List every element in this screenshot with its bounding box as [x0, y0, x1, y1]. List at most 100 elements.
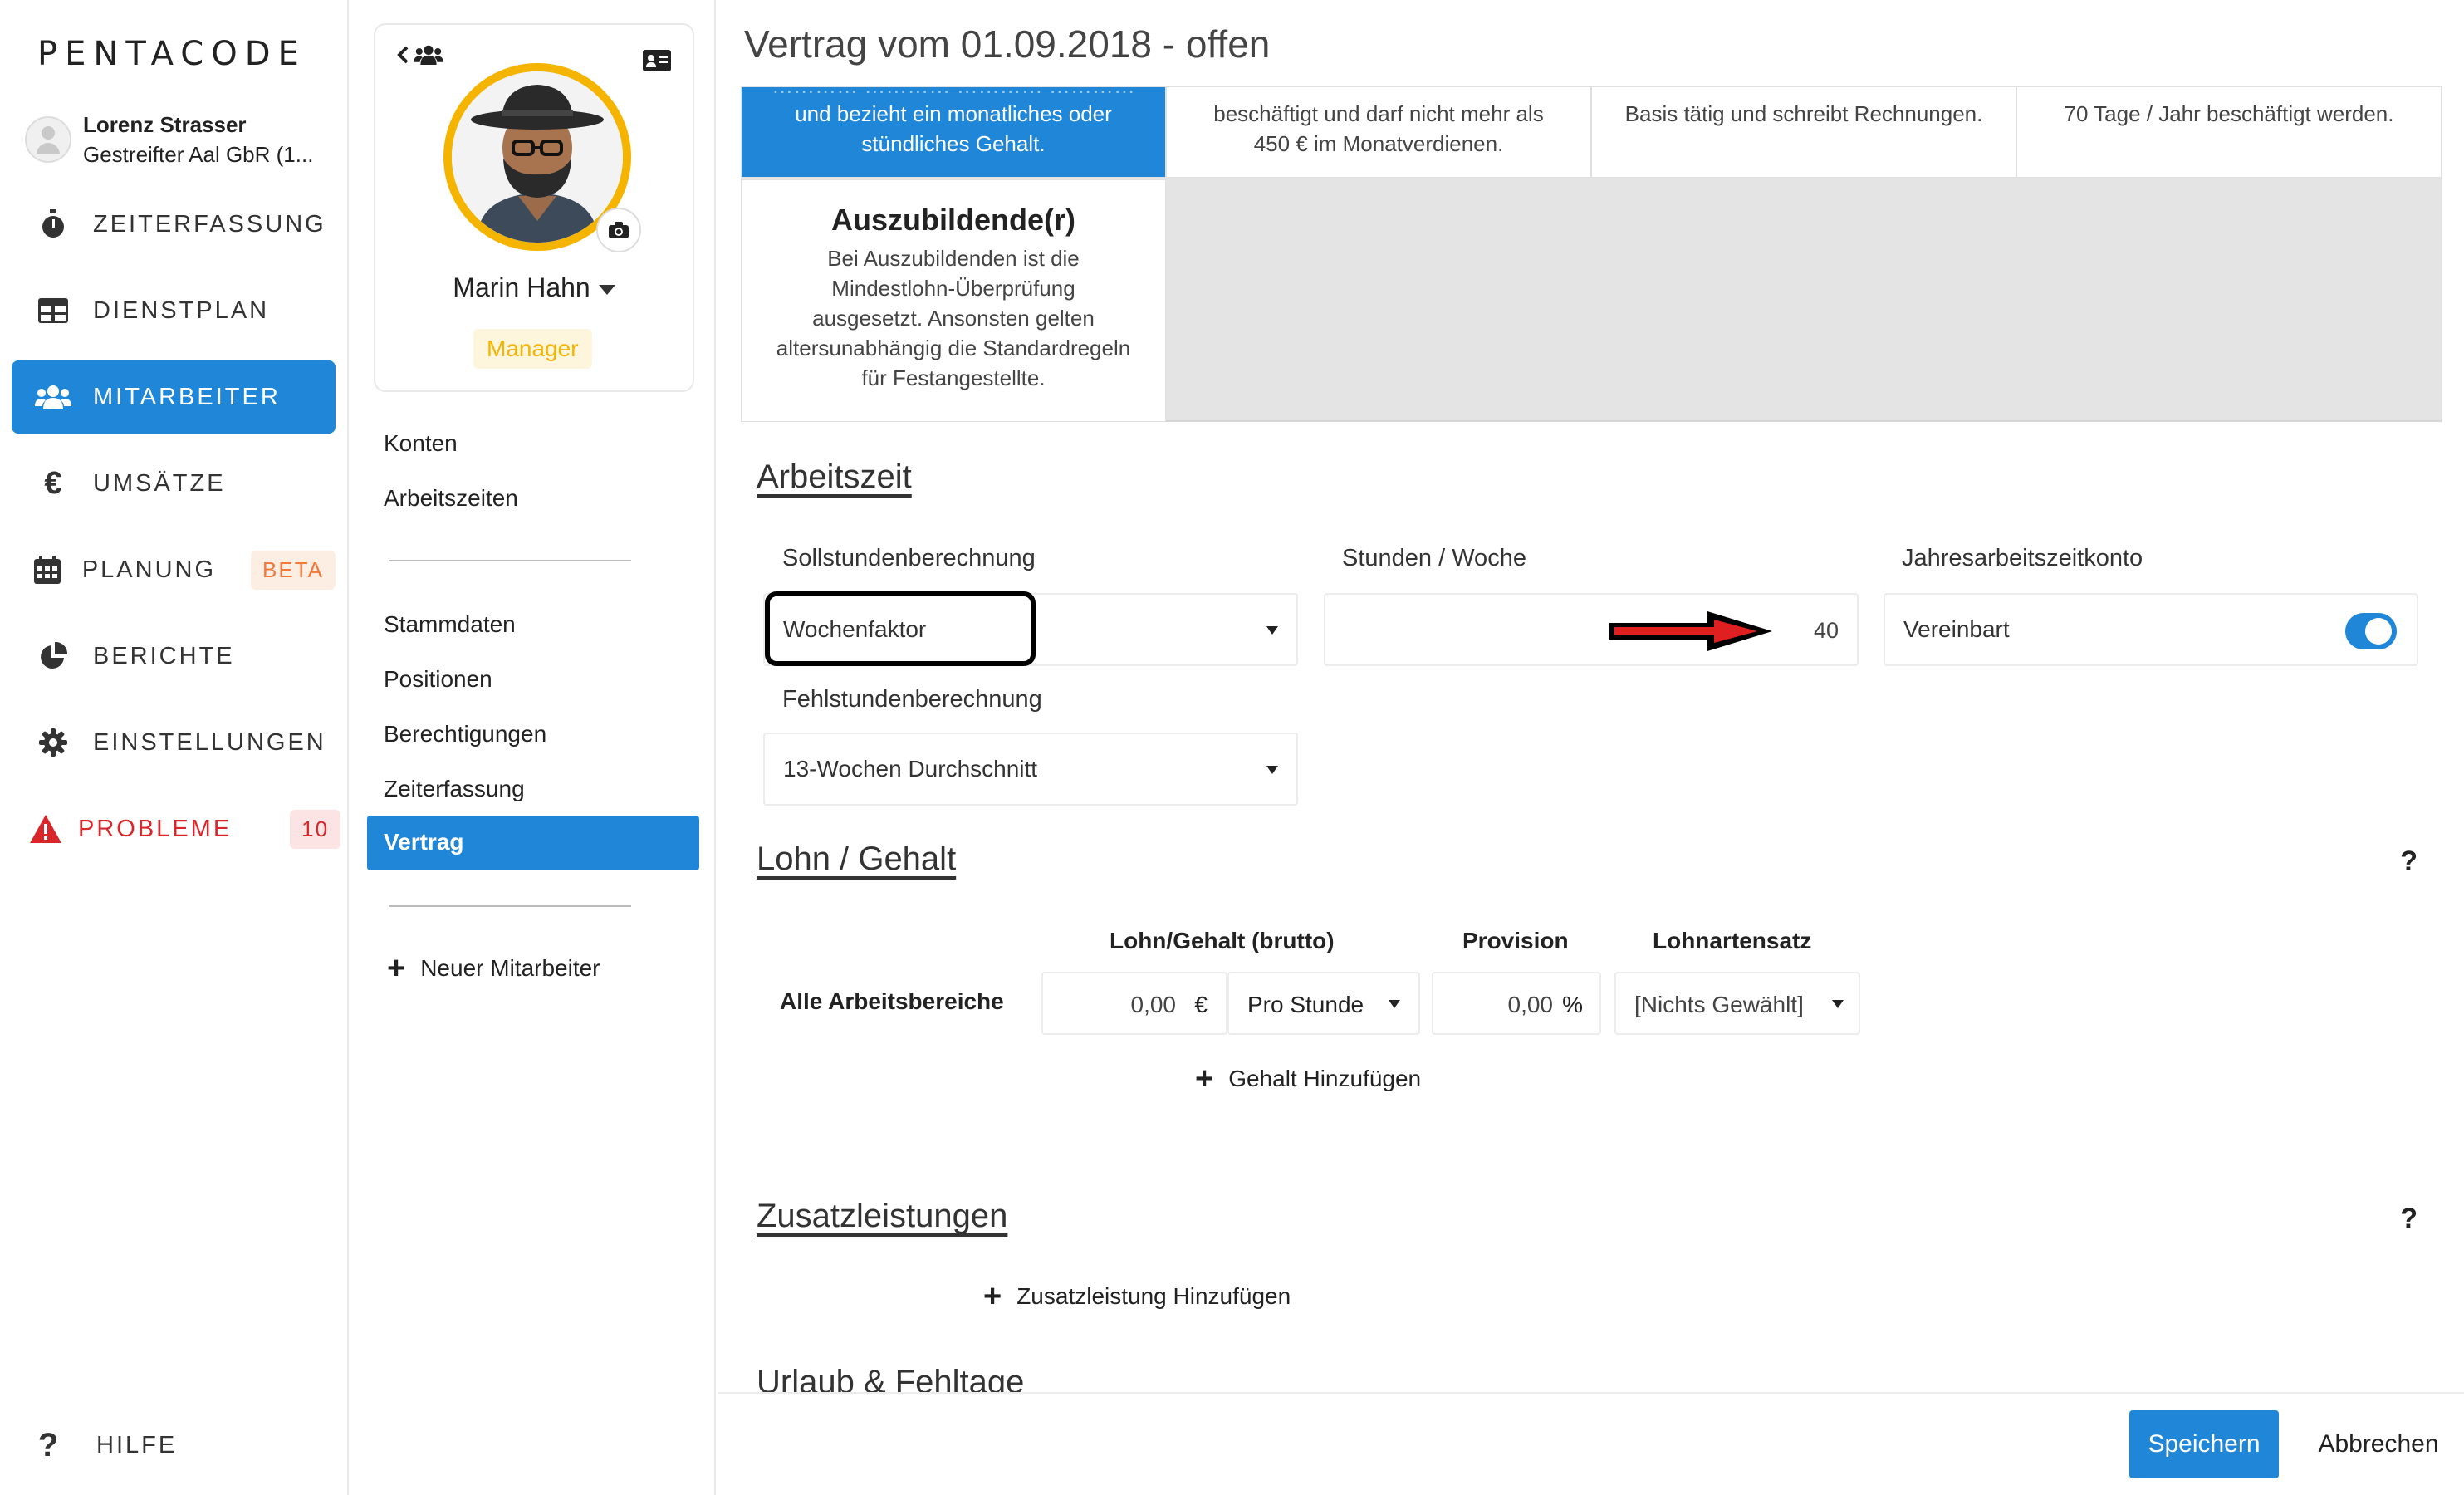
cancel-button[interactable]: Abbrechen: [2304, 1410, 2453, 1478]
nav-item-einstellungen[interactable]: EINSTELLUNGEN: [12, 706, 336, 779]
menu-item-berechtigungen[interactable]: Berechtigungen: [384, 721, 546, 748]
type-card-selbststaendig[interactable]: Basis tätig und schreibt Rechnungen.: [1591, 86, 2016, 178]
plus-icon: +: [983, 1279, 1002, 1314]
problem-count-badge: 10: [290, 809, 341, 849]
input-value: 0,00: [1130, 992, 1177, 1017]
type-card-text: ausgesetzt. Ansonsten gelten: [812, 306, 1095, 331]
page-title: Vertrag vom 01.09.2018 - offen: [744, 22, 1271, 66]
type-card-minijob[interactable]: beschäftigt und darf nicht mehr als 450 …: [1166, 86, 1591, 178]
row-label-arbeitsbereiche: Alle Arbeitsbereiche: [780, 988, 1004, 1014]
gear-icon: [30, 728, 76, 757]
warning-icon: [30, 815, 61, 843]
add-salary-button[interactable]: + Gehalt Hinzufügen: [1195, 1063, 1422, 1095]
help-icon[interactable]: ?: [2400, 846, 2417, 878]
menu-item-positionen[interactable]: Positionen: [384, 666, 492, 693]
nav-item-berichte[interactable]: BERICHTE: [12, 620, 336, 693]
jahresarbeitszeitkonto-field: Vereinbart: [1884, 593, 2418, 666]
nav-label: DIENSTPLAN: [93, 297, 270, 324]
divider: [389, 905, 631, 907]
section-zusatzleistungen: Zusatzleistungen: [757, 1198, 1008, 1234]
select-lohnartensatz[interactable]: [Nichts Gewählt]: [1614, 972, 1860, 1035]
user-avatar-icon: [25, 116, 71, 163]
select-sollstunden[interactable]: Wochenfaktor: [763, 591, 1298, 666]
user-account[interactable]: Lorenz Strasser Gestreifter Aal GbR (1..…: [25, 110, 313, 169]
select-rate-period[interactable]: Pro Stunde: [1227, 972, 1420, 1035]
nav-item-dienstplan[interactable]: DIENSTPLAN: [12, 274, 336, 347]
select-value: 13-Wochen Durchschnitt: [783, 756, 1038, 782]
type-card-auszubildende[interactable]: Auszubildende(r) Bei Auszubildenden ist …: [741, 179, 1166, 422]
employee-card: Marin Hahn Manager: [374, 23, 694, 392]
new-employee-label: Neuer Mitarbeiter: [420, 955, 600, 981]
type-card-text: Basis tätig und schreibt Rechnungen.: [1624, 101, 1983, 126]
menu-item-vertrag[interactable]: Vertrag: [367, 816, 699, 870]
chevron-left-icon: [397, 46, 409, 64]
nav-label: PROBLEME: [78, 815, 233, 842]
divider: [389, 560, 631, 561]
nav-label: MITARBEITER: [93, 383, 281, 410]
id-card-icon[interactable]: [643, 50, 671, 76]
contract-panel: Vertrag vom 01.09.2018 - offen ………… ……………: [718, 0, 2464, 1495]
section-arbeitszeit: Arbeitszeit: [757, 458, 912, 495]
employee-name-dropdown[interactable]: Marin Hahn: [375, 272, 693, 303]
menu-item-zeiterfassung[interactable]: Zeiterfassung: [384, 776, 525, 802]
nav-label: UMSÄTZE: [93, 469, 226, 497]
nav-item-probleme[interactable]: PROBLEME 10: [12, 792, 341, 865]
users-icon: [30, 385, 76, 409]
add-zusatzleistung-button[interactable]: + Zusatzleistung Hinzufügen: [983, 1279, 1291, 1314]
type-card-saisonarbeiter[interactable]: 70 Tage / Jahr beschäftigt werden.: [2016, 86, 2442, 178]
add-salary-label: Gehalt Hinzufügen: [1228, 1066, 1422, 1091]
input-provision[interactable]: 0,00 %: [1432, 972, 1601, 1035]
new-employee-button[interactable]: + Neuer Mitarbeiter: [387, 951, 600, 986]
label-sollstunden: Sollstundenberechnung: [782, 545, 1036, 571]
save-button[interactable]: Speichern: [2129, 1410, 2279, 1478]
label-fehlstunden: Fehlstundenberechnung: [782, 686, 1042, 713]
camera-icon[interactable]: [596, 208, 641, 252]
calendar-icon: [30, 556, 66, 584]
chevron-down-icon: [598, 284, 615, 295]
type-card-text: beschäftigt und darf nicht mehr als: [1213, 101, 1544, 126]
type-card-text: 70 Tage / Jahr beschäftigt werden.: [2064, 101, 2394, 126]
nav-label: ZEITERFASSUNG: [93, 210, 326, 238]
label-stunden-woche: Stunden / Woche: [1342, 545, 1526, 571]
input-stunden-woche[interactable]: 40: [1324, 593, 1859, 666]
help-icon[interactable]: ?: [2400, 1203, 2417, 1235]
help-link[interactable]: ? HILFE: [32, 1427, 177, 1464]
nav-item-planung[interactable]: PLANUNG BETA: [12, 533, 336, 606]
plus-icon: +: [387, 951, 406, 986]
back-to-employees-button[interactable]: [397, 45, 443, 65]
col-provision: Provision: [1462, 928, 1569, 953]
menu-item-arbeitszeiten[interactable]: Arbeitszeiten: [384, 485, 518, 512]
help-icon: ?: [37, 1427, 59, 1463]
nav-label: BERICHTE: [93, 642, 235, 669]
nav-label: EINSTELLUNGEN: [93, 728, 326, 756]
type-card-festangestellt[interactable]: ………… ………… ………… ………… und bezieht ein mona…: [741, 86, 1166, 178]
select-value: Wochenfaktor: [783, 616, 927, 642]
col-lohnartensatz: Lohnartensatz: [1653, 928, 1812, 953]
employment-type-selector: ………… ………… ………… ………… und bezieht ein mona…: [741, 86, 2442, 422]
nav-item-zeiterfassung[interactable]: ZEITERFASSUNG: [12, 188, 336, 261]
input-gehalt[interactable]: 0,00 €: [1041, 972, 1227, 1035]
label-jahresarbeitszeitkonto: Jahresarbeitszeitkonto: [1902, 545, 2143, 571]
nav-label: PLANUNG: [81, 556, 217, 583]
user-name: Lorenz Strasser: [83, 112, 247, 137]
menu-item-stammdaten[interactable]: Stammdaten: [384, 611, 516, 638]
red-arrow-icon: [1609, 611, 1772, 651]
select-value: [Nichts Gewählt]: [1634, 992, 1804, 1017]
nav-item-umsaetze[interactable]: € UMSÄTZE: [12, 447, 336, 520]
jahresarbeitszeit-toggle[interactable]: [2345, 613, 2397, 649]
menu-item-konten[interactable]: Konten: [384, 430, 458, 457]
type-card-text: Mindestlohn-Überprüfung: [831, 276, 1075, 301]
users-icon: [414, 45, 443, 65]
select-value: Pro Stunde: [1247, 992, 1364, 1017]
euro-icon: €: [44, 465, 62, 501]
caret-down-icon: [1832, 1000, 1844, 1008]
add-zusatzleistung-label: Zusatzleistung Hinzufügen: [1016, 1283, 1291, 1309]
role-badge: Manager: [473, 329, 592, 369]
select-fehlstunden[interactable]: 13-Wochen Durchschnitt: [763, 733, 1298, 806]
caret-down-icon: [1266, 626, 1278, 635]
beta-badge: BETA: [251, 550, 336, 590]
help-label: HILFE: [96, 1432, 178, 1458]
col-lohn-gehalt: Lohn/Gehalt (brutto): [1110, 928, 1335, 953]
nav-item-mitarbeiter[interactable]: MITARBEITER: [12, 360, 336, 434]
input-value: 0,00: [1507, 992, 1554, 1017]
